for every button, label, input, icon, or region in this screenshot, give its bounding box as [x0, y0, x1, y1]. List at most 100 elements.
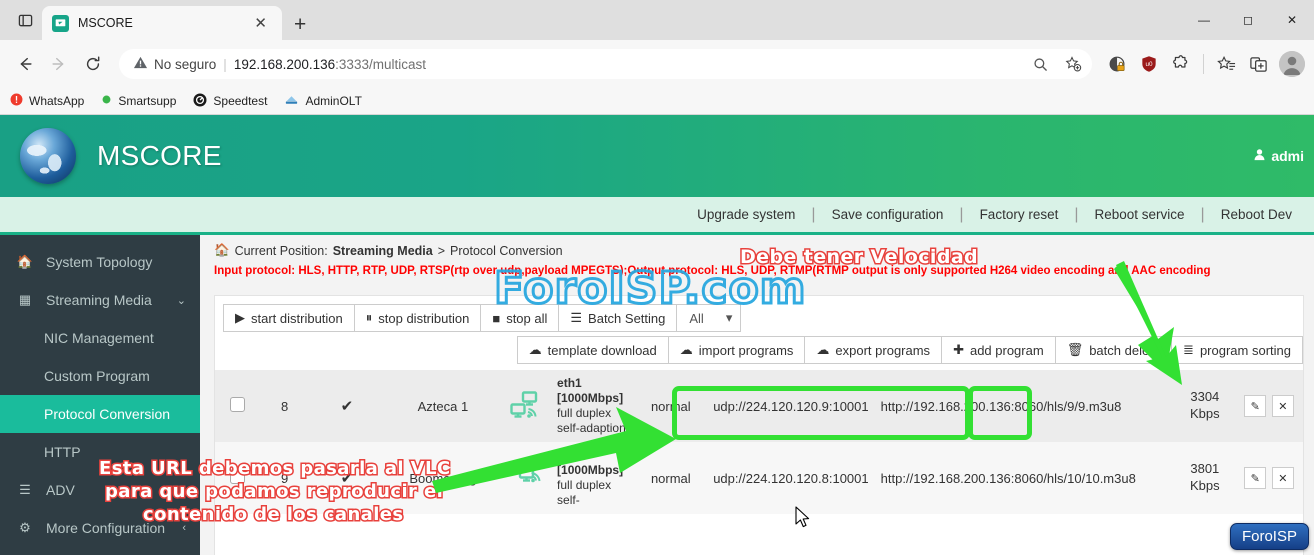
nic-name: eth1: [557, 376, 582, 390]
shield-lock-icon[interactable]: [1102, 49, 1132, 79]
batch-delete-button[interactable]: 🗑 batch delete: [1054, 336, 1173, 364]
breadcrumb-current: Protocol Conversion: [450, 243, 563, 258]
program-sorting-button[interactable]: ≣ program sorting: [1171, 336, 1303, 364]
button-label: template download: [547, 342, 657, 358]
button-label: start distribution: [251, 310, 343, 326]
smartsupp-icon: [101, 94, 112, 108]
stop-distribution-button[interactable]: ⏸ stop distribution: [353, 304, 482, 332]
back-arrow-icon[interactable]: [9, 48, 41, 80]
button-label: batch delete: [1089, 342, 1161, 358]
callout-url-line1: Esta URL debemos pasarla al VLC: [97, 457, 451, 481]
url-path: :3333/multicast: [335, 56, 426, 72]
address-bar[interactable]: No seguro | 192.168.200.136:3333/multica…: [119, 49, 1092, 79]
checkbox-unchecked-icon[interactable]: [229, 397, 245, 412]
network-devices-icon: [502, 370, 553, 442]
tab-strip: MSCORE ✕ + — ◻ ✕: [0, 0, 1314, 40]
close-icon[interactable]: ✕: [249, 16, 272, 31]
start-distribution-button[interactable]: ▶ start distribution: [223, 304, 355, 332]
nic-info: eth1 [1000Mbps] full duplex self-adaptio…: [553, 370, 636, 442]
security-label: No seguro: [154, 56, 217, 72]
sidebar-item-sys-information[interactable]: ☰ Sys Information: [0, 547, 200, 555]
row-id: 8: [280, 398, 289, 414]
reboot-device-link[interactable]: Reboot Dev: [1205, 207, 1308, 222]
bookmark-whatsapp[interactable]: WhatsApp: [10, 93, 84, 109]
rate-highlight: [968, 386, 1032, 440]
sidebar-item-custom-program[interactable]: Custom Program: [0, 357, 200, 395]
x-icon[interactable]: ✕: [1271, 467, 1294, 489]
globe-logo-icon: [20, 128, 76, 184]
import-programs-button[interactable]: ☁ import programs: [667, 336, 806, 364]
bookmark-label: Speedtest: [213, 94, 268, 108]
export-programs-button[interactable]: ☁ export programs: [804, 336, 943, 364]
security-status[interactable]: No seguro: [133, 55, 216, 73]
program-button-group: ☁ template download ☁ import programs ☁ …: [516, 336, 1303, 364]
bookmark-label: AdminOLT: [305, 94, 362, 108]
window-controls: — ◻ ✕: [1182, 0, 1314, 40]
plus-icon[interactable]: +: [282, 14, 318, 35]
x-icon[interactable]: ✕: [1271, 395, 1294, 417]
mouse-cursor: [795, 506, 810, 528]
bookmark-adminolt[interactable]: AdminOLT: [284, 94, 362, 109]
reload-icon[interactable]: [77, 48, 109, 80]
sidebar-item-label: NIC Management: [44, 330, 154, 346]
home-icon: 🏠: [214, 243, 230, 257]
sidebar-item-protocol-conversion[interactable]: Protocol Conversion: [0, 395, 200, 433]
split-screen-icon[interactable]: [1243, 49, 1273, 79]
omnibox-divider: |: [223, 56, 227, 72]
callout-url-text-1: Esta URL debemos pasarla al VLC: [97, 457, 451, 481]
sidebar-item-system-topology[interactable]: 🏠 System Topology: [0, 243, 200, 281]
row-rate: 3304 Kbps: [1190, 389, 1220, 421]
callout-url-line3: contenido de los canales: [142, 503, 405, 527]
bookmark-smartsupp[interactable]: Smartsupp: [101, 94, 176, 108]
svg-text:u0: u0: [1145, 61, 1153, 68]
button-label: export programs: [835, 342, 931, 358]
close-window-button[interactable]: ✕: [1270, 0, 1314, 40]
bookmark-label: WhatsApp: [29, 94, 85, 108]
sidebar-item-label: System Topology: [46, 254, 153, 270]
bookmark-label: Smartsupp: [118, 94, 177, 108]
browser-window: MSCORE ✕ + — ◻ ✕ No seguro | 192.168.200…: [0, 0, 1314, 555]
profile-avatar-icon[interactable]: [1279, 51, 1305, 77]
foroisp-badge: ForoISP: [1229, 523, 1309, 550]
reboot-service-link[interactable]: Reboot service: [1079, 207, 1201, 222]
button-label: add program: [969, 342, 1044, 358]
nic-duplex: full duplex: [557, 478, 612, 492]
breadcrumb-separator: >: [437, 243, 446, 258]
network-devices-icon: [502, 442, 553, 514]
callout-url-line2: para que podamos reproducir el: [103, 480, 444, 504]
browser-tab[interactable]: MSCORE ✕: [42, 6, 282, 40]
save-configuration-link[interactable]: Save configuration: [816, 207, 960, 222]
tab-list-icon[interactable]: [8, 3, 42, 37]
ublock-shield-icon[interactable]: u0: [1134, 49, 1164, 79]
pause-icon: ⏸: [365, 310, 373, 325]
bookmark-speedtest[interactable]: Speedtest: [193, 93, 267, 110]
gears-icon: ⚙: [19, 520, 31, 535]
factory-reset-link[interactable]: Factory reset: [964, 207, 1075, 222]
sidebar-item-streaming-media[interactable]: ▦ Streaming Media ⌄: [0, 281, 200, 319]
collections-star-icon[interactable]: [1211, 49, 1241, 79]
minimize-button[interactable]: —: [1182, 0, 1226, 40]
breadcrumb-parent[interactable]: Streaming Media: [333, 244, 433, 258]
sidebar-item-nic-management[interactable]: NIC Management: [0, 319, 200, 357]
zoom-search-icon[interactable]: [1027, 51, 1053, 77]
add-program-button[interactable]: ✚ add program: [941, 336, 1056, 364]
extensions-puzzle-icon[interactable]: [1166, 49, 1196, 79]
pencil-icon[interactable]: ✎: [1244, 395, 1267, 417]
upgrade-system-link[interactable]: Upgrade system: [681, 207, 811, 222]
mscore-favicon: [52, 14, 69, 32]
nic-speed: [1000Mbps]: [557, 463, 624, 477]
button-label: import programs: [698, 342, 794, 358]
add-favorite-star-icon[interactable]: [1060, 51, 1086, 77]
template-download-button[interactable]: ☁ template download: [516, 336, 669, 364]
url-host: 192.168.200.136: [233, 56, 336, 72]
row-name: Azteca 1: [417, 398, 469, 414]
maximize-button[interactable]: ◻: [1226, 0, 1270, 40]
user-account[interactable]: admi: [1253, 148, 1304, 164]
user-icon: [1253, 148, 1266, 164]
output-url-highlight: [672, 386, 970, 440]
toolbar-secondary: ☁ template download ☁ import programs ☁ …: [215, 332, 1303, 364]
pencil-icon[interactable]: ✎: [1244, 467, 1267, 489]
nic-duplex: full duplex: [557, 406, 612, 420]
trash-icon: 🗑: [1066, 342, 1084, 357]
sidebar-item-label: Custom Program: [44, 368, 150, 384]
